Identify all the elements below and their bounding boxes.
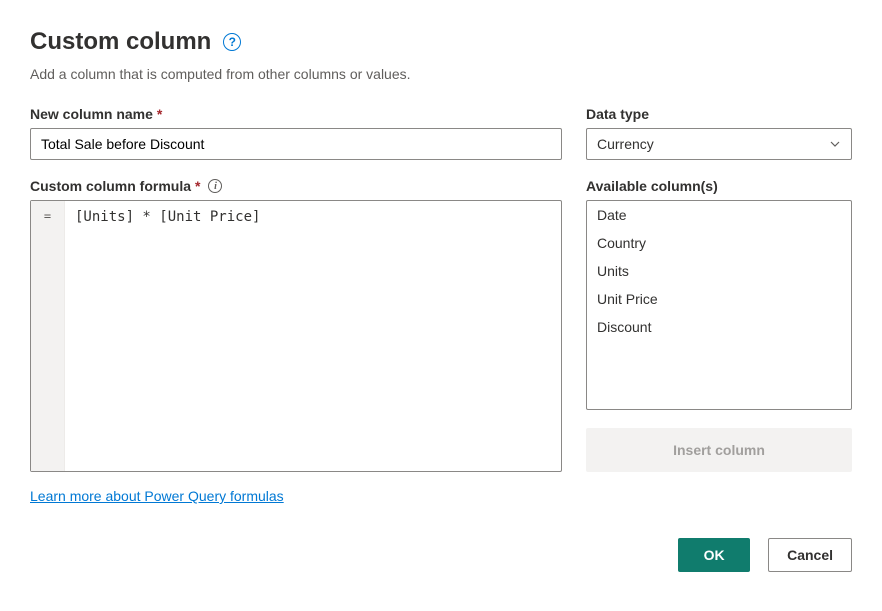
insert-column-button: Insert column xyxy=(586,428,852,472)
ok-button[interactable]: OK xyxy=(678,538,750,572)
new-column-name-label: New column name * xyxy=(30,106,562,122)
data-type-label: Data type xyxy=(586,106,852,122)
chevron-down-icon xyxy=(829,138,841,150)
learn-more-link[interactable]: Learn more about Power Query formulas xyxy=(30,488,284,504)
data-type-value: Currency xyxy=(597,136,654,152)
available-columns-list[interactable]: Date Country Units Unit Price Discount xyxy=(586,200,852,410)
list-item[interactable]: Date xyxy=(587,201,851,229)
available-columns-label: Available column(s) xyxy=(586,178,852,194)
data-type-select[interactable]: Currency xyxy=(586,128,852,160)
label-text: Custom column formula xyxy=(30,178,191,194)
formula-gutter: = xyxy=(31,201,65,471)
new-column-name-input[interactable] xyxy=(30,128,562,160)
page-title: Custom column xyxy=(30,28,211,56)
help-icon[interactable]: ? xyxy=(223,33,241,51)
label-text: New column name xyxy=(30,106,153,122)
cancel-button[interactable]: Cancel xyxy=(768,538,852,572)
required-asterisk: * xyxy=(157,106,162,122)
list-item[interactable]: Country xyxy=(587,229,851,257)
required-asterisk: * xyxy=(195,178,200,194)
formula-label: Custom column formula * i xyxy=(30,178,562,194)
formula-text[interactable]: [Units] * [Unit Price] xyxy=(65,201,561,471)
list-item[interactable]: Units xyxy=(587,257,851,285)
list-item[interactable]: Unit Price xyxy=(587,285,851,313)
info-icon[interactable]: i xyxy=(208,179,222,193)
list-item[interactable]: Discount xyxy=(587,313,851,341)
formula-editor[interactable]: = [Units] * [Unit Price] xyxy=(30,200,562,472)
page-subtitle: Add a column that is computed from other… xyxy=(30,66,852,82)
